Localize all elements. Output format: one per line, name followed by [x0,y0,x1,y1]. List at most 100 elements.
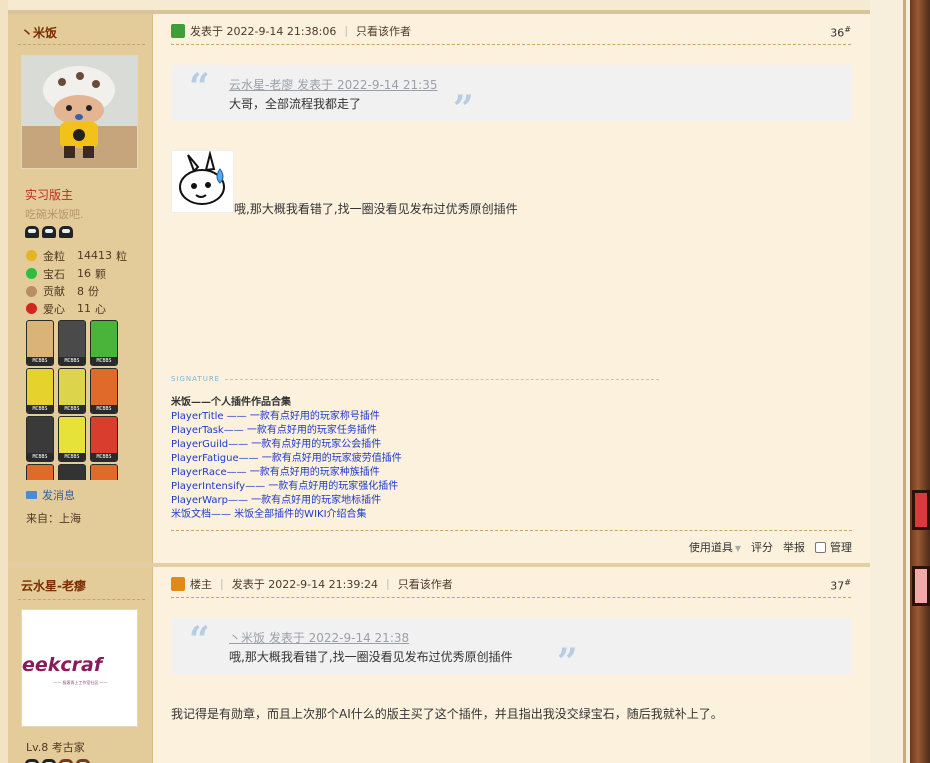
signature-link[interactable]: PlayerFatigue—— 一款有点好用的玩家疲劳值插件 [171,452,402,466]
floor-value: 36 [830,26,845,40]
close-quote-icon: ” [453,88,474,130]
send-message-link[interactable]: 发消息 [26,487,75,503]
minecart-icon [76,759,90,763]
floor-value: 37 [830,579,845,593]
apple-icon [26,303,37,315]
floor-number[interactable]: 36# [830,25,851,40]
medal-icon[interactable] [58,464,86,480]
medal-wall: MCBBS MCBBS MCBBS MCBBS MCBBS MCBBS MCBBS MCBBS… [26,320,122,480]
avatar[interactable]: eekcraf —— 极客再上工作室社区 —— [21,609,138,727]
ore-medal-icon[interactable]: MCBBS [26,416,54,462]
rate-link[interactable]: 评分 [751,539,773,555]
medal-tag: MCBBS [59,405,85,413]
use-tool-menu[interactable]: 使用道具 ▼ [689,539,741,555]
floor-mark: # [844,25,851,34]
medal-tag: MCBBS [27,453,53,461]
creeper-medal-icon[interactable]: MCBBS [90,320,118,366]
stat-value: 16 [77,267,91,281]
floor-number[interactable]: 37# [830,578,851,593]
signature-link[interactable]: 米饭文档—— 米饭全部插件的WIKI介绍合集 [171,508,402,522]
signature-label: SIGNATURE [171,375,221,383]
floor-mark: # [844,578,851,587]
decoration-block [912,566,930,606]
stat-value: 14413 [77,249,112,263]
sapling-medal-icon[interactable]: MCBBS [90,368,118,414]
minecart-icon [59,226,73,238]
signature-title: 米饭——个人插件作品合集 [171,397,291,408]
stat-unit: 颗 [95,267,106,281]
medal-tag: MCBBS [59,453,85,461]
quote-source-link[interactable]: 丶米饭 发表于 2022-9-14 21:38 [229,629,409,646]
stat-label: 金粒 [43,249,65,263]
separator: | [220,577,224,590]
user-stats: 金粒 14413 粒 宝石 16 颗 贡献 8 份 爱心 11 心 [26,247,127,318]
minecart-icon [42,226,56,238]
post-body-text: 我记得是有勋章，而且上次那个AI什么的版主买了这个插件，并且指出我没交绿宝石，随… [171,707,723,721]
post-footer: 使用道具 ▼ 评分 举报 管理 [689,539,852,555]
signature-link[interactable]: PlayerRace—— 一款有点好用的玩家种族插件 [171,466,402,480]
stat-gem: 宝石 16 颗 [26,265,127,283]
post-content: 发表于 2022-9-14 21:38:06 | 只看该作者 36# “ 云水星… [153,14,870,563]
user-rank[interactable]: 实习版主 [25,186,73,203]
author-name[interactable]: 丶米饭 [21,24,57,41]
post-content: 楼主 | 发表于 2022-9-14 21:39:24 | 只看该作者 37# … [153,567,870,763]
user-level[interactable]: Lv.8 考古家 [26,739,85,755]
caret-down-icon: ▼ [734,544,741,553]
minecart-icon [59,759,73,763]
manage-checkbox[interactable] [815,541,826,553]
stat-label: 贡献 [43,285,65,299]
author-name[interactable]: 云水星-老瘳 [21,577,86,594]
stat-value: 8 [77,284,84,298]
custom-title: 吃碗米饭吧. [25,208,84,221]
quote-block: “ 丶米饭 发表于 2022-9-14 21:38 哦,那大概我看错了,找一圈没… [171,618,852,680]
pickaxe-medal-icon[interactable]: MCBBS [58,368,86,414]
pickaxe-medal-icon[interactable]: MCBBS [26,368,54,414]
envelope-icon [26,491,37,499]
medal-tag: MCBBS [27,357,53,365]
divider [171,530,852,531]
only-author-link[interactable]: 只看该作者 [398,576,453,592]
signature-link[interactable]: PlayerTitle —— 一款有点好用的玩家称号插件 [171,410,402,424]
signature-link[interactable]: PlayerTask—— 一款有点好用的玩家任务插件 [171,424,402,438]
post-author-sidebar: 丶米饭 实习版主 吃碗米饭吧. 金粒 14413 粒 宝石 16 颗 贡献 8 … [8,14,153,563]
contribution-icon [26,285,37,297]
rabbit-sticker-icon [179,150,225,205]
only-author-link[interactable]: 只看该作者 [356,23,411,39]
signature: 米饭——个人插件作品合集 PlayerTitle —— 一款有点好用的玩家称号插… [171,396,402,522]
decoration-block [912,490,930,530]
separator: | [344,24,349,37]
pickaxe-medal-icon[interactable]: MCBBS [58,416,86,462]
door-medal-icon[interactable]: MCBBS [58,320,86,366]
minecart-icon [25,226,39,238]
medal-icon[interactable] [26,464,54,480]
user-status-icon [171,576,185,591]
medal-icon[interactable] [90,464,118,480]
post-time: 发表于 2022-9-14 21:38:06 [190,24,337,38]
avatar[interactable] [21,55,138,169]
checklist-medal-icon[interactable]: MCBBS [26,320,54,366]
manage-link[interactable]: 管理 [830,539,852,555]
post-body-text: 哦,那大概我看错了,找一圈没看见发布过优秀原创插件 [234,202,518,216]
user-level-stars [25,759,90,763]
right-border [903,0,906,763]
signature-link[interactable]: PlayerIntensify—— 一款有点好用的玩家强化插件 [171,480,402,494]
quote-source-link[interactable]: 云水星-老廖 发表于 2022-9-14 21:35 [229,76,437,93]
stat-unit: 粒 [116,249,127,263]
thread-starter-badge: 楼主 [190,577,212,591]
post-author-sidebar: 云水星-老瘳 eekcraf —— 极客再上工作室社区 —— Lv.8 考古家 [8,567,153,763]
medal-tag: MCBBS [91,453,117,461]
report-link[interactable]: 举报 [783,539,805,555]
signature-link[interactable]: PlayerGuild—— 一款有点好用的玩家公会插件 [171,438,402,452]
page-decoration [910,0,930,763]
divider [225,379,659,380]
java-medal-icon[interactable]: MCBBS [90,416,118,462]
sticker-image [171,150,234,213]
minecart-icon [42,759,56,763]
send-message-label: 发消息 [42,489,75,502]
signature-link[interactable]: PlayerWarp—— 一款有点好用的玩家地标插件 [171,494,402,508]
quote-text: 哦,那大概我看错了,找一圈没看见发布过优秀原创插件 [229,650,513,664]
post-time: 发表于 2022-9-14 21:39:24 [231,577,379,591]
stat-value: 11 [77,302,91,316]
medal-tag: MCBBS [27,405,53,413]
separator: | [386,577,390,590]
